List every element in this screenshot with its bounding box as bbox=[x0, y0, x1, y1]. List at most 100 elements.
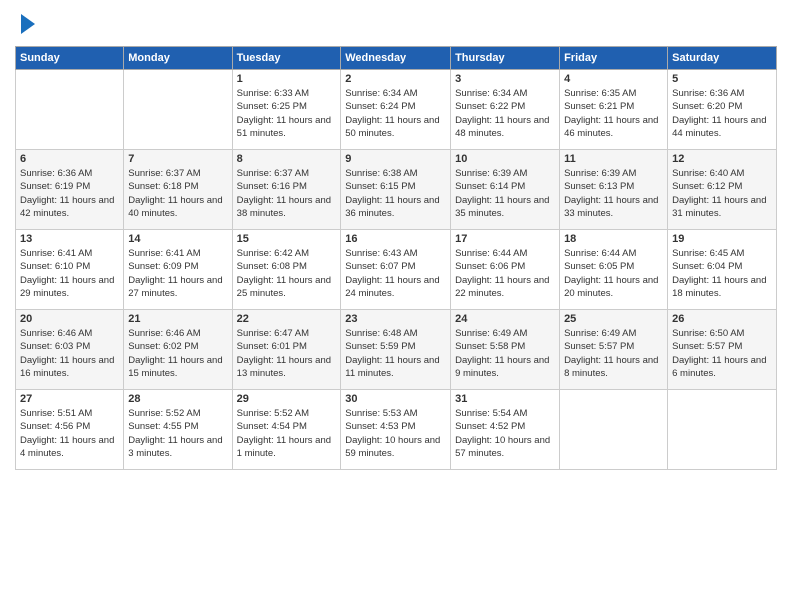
daylight-text: Daylight: 11 hours and 13 minutes. bbox=[237, 355, 331, 379]
sunset-text: Sunset: 6:01 PM bbox=[237, 341, 307, 352]
sunset-text: Sunset: 6:07 PM bbox=[345, 261, 415, 272]
day-number: 14 bbox=[128, 233, 227, 245]
sunrise-text: Sunrise: 6:38 AM bbox=[345, 168, 417, 179]
day-info: Sunrise: 6:49 AM Sunset: 5:58 PM Dayligh… bbox=[455, 327, 555, 380]
daylight-text: Daylight: 11 hours and 20 minutes. bbox=[564, 275, 658, 299]
page-header bbox=[15, 10, 777, 38]
day-number: 5 bbox=[672, 73, 772, 85]
sunrise-text: Sunrise: 6:46 AM bbox=[128, 328, 200, 339]
day-number: 26 bbox=[672, 313, 772, 325]
sunset-text: Sunset: 6:06 PM bbox=[455, 261, 525, 272]
sunrise-text: Sunrise: 6:41 AM bbox=[128, 248, 200, 259]
day-cell: 29 Sunrise: 5:52 AM Sunset: 4:54 PM Dayl… bbox=[232, 390, 341, 470]
day-number: 6 bbox=[20, 153, 119, 165]
daylight-text: Daylight: 11 hours and 6 minutes. bbox=[672, 355, 766, 379]
day-cell bbox=[668, 390, 777, 470]
day-number: 18 bbox=[564, 233, 663, 245]
day-info: Sunrise: 6:41 AM Sunset: 6:09 PM Dayligh… bbox=[128, 247, 227, 300]
day-info: Sunrise: 6:33 AM Sunset: 6:25 PM Dayligh… bbox=[237, 87, 337, 140]
day-info: Sunrise: 6:47 AM Sunset: 6:01 PM Dayligh… bbox=[237, 327, 337, 380]
day-number: 1 bbox=[237, 73, 337, 85]
day-info: Sunrise: 5:52 AM Sunset: 4:54 PM Dayligh… bbox=[237, 407, 337, 460]
daylight-text: Daylight: 11 hours and 31 minutes. bbox=[672, 195, 766, 219]
day-cell: 3 Sunrise: 6:34 AM Sunset: 6:22 PM Dayli… bbox=[451, 70, 560, 150]
daylight-text: Daylight: 11 hours and 38 minutes. bbox=[237, 195, 331, 219]
sunrise-text: Sunrise: 6:48 AM bbox=[345, 328, 417, 339]
logo bbox=[15, 10, 37, 38]
day-number: 10 bbox=[455, 153, 555, 165]
sunset-text: Sunset: 5:57 PM bbox=[672, 341, 742, 352]
daylight-text: Daylight: 11 hours and 33 minutes. bbox=[564, 195, 658, 219]
day-info: Sunrise: 6:45 AM Sunset: 6:04 PM Dayligh… bbox=[672, 247, 772, 300]
day-info: Sunrise: 6:39 AM Sunset: 6:13 PM Dayligh… bbox=[564, 167, 663, 220]
sunset-text: Sunset: 6:12 PM bbox=[672, 181, 742, 192]
sunset-text: Sunset: 6:19 PM bbox=[20, 181, 90, 192]
day-cell: 5 Sunrise: 6:36 AM Sunset: 6:20 PM Dayli… bbox=[668, 70, 777, 150]
sunrise-text: Sunrise: 6:44 AM bbox=[564, 248, 636, 259]
day-number: 17 bbox=[455, 233, 555, 245]
sunrise-text: Sunrise: 6:49 AM bbox=[564, 328, 636, 339]
daylight-text: Daylight: 11 hours and 4 minutes. bbox=[20, 435, 114, 459]
week-row-3: 13 Sunrise: 6:41 AM Sunset: 6:10 PM Dayl… bbox=[16, 230, 777, 310]
day-cell: 25 Sunrise: 6:49 AM Sunset: 5:57 PM Dayl… bbox=[560, 310, 668, 390]
daylight-text: Daylight: 11 hours and 44 minutes. bbox=[672, 115, 766, 139]
weekday-header-saturday: Saturday bbox=[668, 47, 777, 70]
sunrise-text: Sunrise: 5:53 AM bbox=[345, 408, 417, 419]
day-info: Sunrise: 6:40 AM Sunset: 6:12 PM Dayligh… bbox=[672, 167, 772, 220]
daylight-text: Daylight: 11 hours and 42 minutes. bbox=[20, 195, 114, 219]
weekday-header-monday: Monday bbox=[124, 47, 232, 70]
weekday-header-friday: Friday bbox=[560, 47, 668, 70]
day-number: 16 bbox=[345, 233, 446, 245]
day-cell: 4 Sunrise: 6:35 AM Sunset: 6:21 PM Dayli… bbox=[560, 70, 668, 150]
sunrise-text: Sunrise: 6:34 AM bbox=[455, 88, 527, 99]
daylight-text: Daylight: 11 hours and 25 minutes. bbox=[237, 275, 331, 299]
sunrise-text: Sunrise: 6:37 AM bbox=[237, 168, 309, 179]
day-info: Sunrise: 6:49 AM Sunset: 5:57 PM Dayligh… bbox=[564, 327, 663, 380]
day-number: 25 bbox=[564, 313, 663, 325]
day-number: 15 bbox=[237, 233, 337, 245]
day-info: Sunrise: 6:41 AM Sunset: 6:10 PM Dayligh… bbox=[20, 247, 119, 300]
daylight-text: Daylight: 11 hours and 22 minutes. bbox=[455, 275, 549, 299]
day-cell: 11 Sunrise: 6:39 AM Sunset: 6:13 PM Dayl… bbox=[560, 150, 668, 230]
day-cell: 16 Sunrise: 6:43 AM Sunset: 6:07 PM Dayl… bbox=[341, 230, 451, 310]
day-info: Sunrise: 6:36 AM Sunset: 6:20 PM Dayligh… bbox=[672, 87, 772, 140]
sunrise-text: Sunrise: 6:49 AM bbox=[455, 328, 527, 339]
daylight-text: Daylight: 11 hours and 9 minutes. bbox=[455, 355, 549, 379]
weekday-header-sunday: Sunday bbox=[16, 47, 124, 70]
day-cell: 6 Sunrise: 6:36 AM Sunset: 6:19 PM Dayli… bbox=[16, 150, 124, 230]
daylight-text: Daylight: 11 hours and 50 minutes. bbox=[345, 115, 439, 139]
day-number: 8 bbox=[237, 153, 337, 165]
sunset-text: Sunset: 5:58 PM bbox=[455, 341, 525, 352]
day-info: Sunrise: 6:35 AM Sunset: 6:21 PM Dayligh… bbox=[564, 87, 663, 140]
day-cell: 10 Sunrise: 6:39 AM Sunset: 6:14 PM Dayl… bbox=[451, 150, 560, 230]
daylight-text: Daylight: 11 hours and 8 minutes. bbox=[564, 355, 658, 379]
sunset-text: Sunset: 4:53 PM bbox=[345, 421, 415, 432]
sunset-text: Sunset: 5:59 PM bbox=[345, 341, 415, 352]
day-info: Sunrise: 6:44 AM Sunset: 6:06 PM Dayligh… bbox=[455, 247, 555, 300]
sunset-text: Sunset: 4:56 PM bbox=[20, 421, 90, 432]
daylight-text: Daylight: 11 hours and 35 minutes. bbox=[455, 195, 549, 219]
sunrise-text: Sunrise: 6:45 AM bbox=[672, 248, 744, 259]
sunrise-text: Sunrise: 6:50 AM bbox=[672, 328, 744, 339]
day-cell: 18 Sunrise: 6:44 AM Sunset: 6:05 PM Dayl… bbox=[560, 230, 668, 310]
sunset-text: Sunset: 6:13 PM bbox=[564, 181, 634, 192]
day-number: 31 bbox=[455, 393, 555, 405]
sunrise-text: Sunrise: 6:36 AM bbox=[672, 88, 744, 99]
sunrise-text: Sunrise: 6:47 AM bbox=[237, 328, 309, 339]
day-cell: 7 Sunrise: 6:37 AM Sunset: 6:18 PM Dayli… bbox=[124, 150, 232, 230]
daylight-text: Daylight: 11 hours and 27 minutes. bbox=[128, 275, 222, 299]
day-info: Sunrise: 5:52 AM Sunset: 4:55 PM Dayligh… bbox=[128, 407, 227, 460]
day-number: 28 bbox=[128, 393, 227, 405]
day-cell: 12 Sunrise: 6:40 AM Sunset: 6:12 PM Dayl… bbox=[668, 150, 777, 230]
sunset-text: Sunset: 6:21 PM bbox=[564, 101, 634, 112]
day-info: Sunrise: 5:54 AM Sunset: 4:52 PM Dayligh… bbox=[455, 407, 555, 460]
sunset-text: Sunset: 6:16 PM bbox=[237, 181, 307, 192]
day-info: Sunrise: 6:37 AM Sunset: 6:16 PM Dayligh… bbox=[237, 167, 337, 220]
day-cell: 2 Sunrise: 6:34 AM Sunset: 6:24 PM Dayli… bbox=[341, 70, 451, 150]
day-cell: 31 Sunrise: 5:54 AM Sunset: 4:52 PM Dayl… bbox=[451, 390, 560, 470]
sunset-text: Sunset: 6:04 PM bbox=[672, 261, 742, 272]
daylight-text: Daylight: 11 hours and 24 minutes. bbox=[345, 275, 439, 299]
logo-icon bbox=[17, 10, 37, 38]
day-cell: 9 Sunrise: 6:38 AM Sunset: 6:15 PM Dayli… bbox=[341, 150, 451, 230]
day-info: Sunrise: 6:48 AM Sunset: 5:59 PM Dayligh… bbox=[345, 327, 446, 380]
